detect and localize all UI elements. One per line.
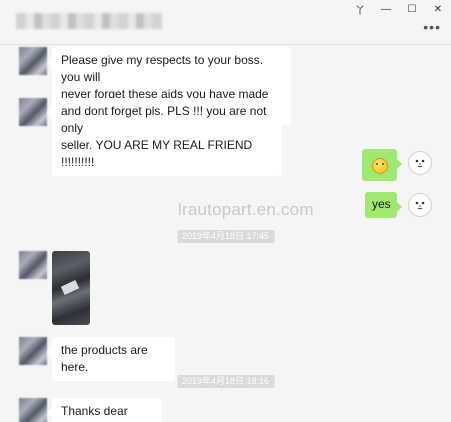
contact-avatar[interactable]	[19, 337, 47, 365]
product-photo-image[interactable]	[52, 251, 90, 325]
chat-window: 丫 — ☐ ✕ ••• Please give my respects to y…	[0, 0, 451, 422]
self-avatar[interactable]	[408, 151, 432, 175]
message-text: Thanks dear friend	[61, 404, 128, 422]
watermark: lrautopart.en.com	[178, 200, 314, 219]
message-bubble[interactable]: and dont forget pls. PLS !!! you are not…	[47, 98, 282, 176]
window-controls: 丫 — ☐ ✕	[347, 0, 451, 18]
maximize-icon[interactable]: ☐	[399, 0, 425, 18]
message-bubble[interactable]: the products are here.	[47, 337, 175, 381]
self-message-bubble[interactable]: yes	[365, 192, 402, 218]
message-text: the products are here.	[61, 343, 148, 374]
timestamp: 2019年4月18日 18:16	[176, 375, 275, 388]
contact-avatar[interactable]	[19, 47, 47, 75]
face-sketch-icon	[415, 201, 425, 210]
face-sketch-icon	[415, 159, 425, 168]
smile-emoji-icon	[372, 157, 388, 174]
contact-avatar[interactable]	[19, 398, 47, 422]
contact-avatar[interactable]	[19, 251, 47, 279]
close-icon[interactable]: ✕	[425, 0, 451, 18]
message-text: seller. YOU ARE MY REAL FRIEND !!!!!!!!!…	[61, 138, 253, 169]
self-message-bubble[interactable]	[362, 149, 402, 181]
self-avatar[interactable]	[408, 193, 432, 217]
contact-avatar[interactable]	[19, 98, 47, 126]
more-options-icon[interactable]: •••	[423, 20, 441, 34]
timestamp: 2019年4月18日 17:45	[176, 230, 275, 243]
message-text: yes	[372, 197, 391, 211]
message-bubble[interactable]: Thanks dear friend	[47, 398, 162, 422]
pin-icon[interactable]: 丫	[347, 0, 373, 18]
minimize-icon[interactable]: —	[373, 0, 399, 18]
message-text: and dont forget pls. PLS !!! you are not…	[61, 104, 267, 135]
message-list[interactable]: Please give my respects to your boss. yo…	[0, 45, 451, 422]
contact-name-blurred	[16, 13, 162, 29]
message-text: Please give my respects to your boss. yo…	[61, 53, 264, 84]
title-bar: 丫 — ☐ ✕ •••	[0, 0, 451, 45]
